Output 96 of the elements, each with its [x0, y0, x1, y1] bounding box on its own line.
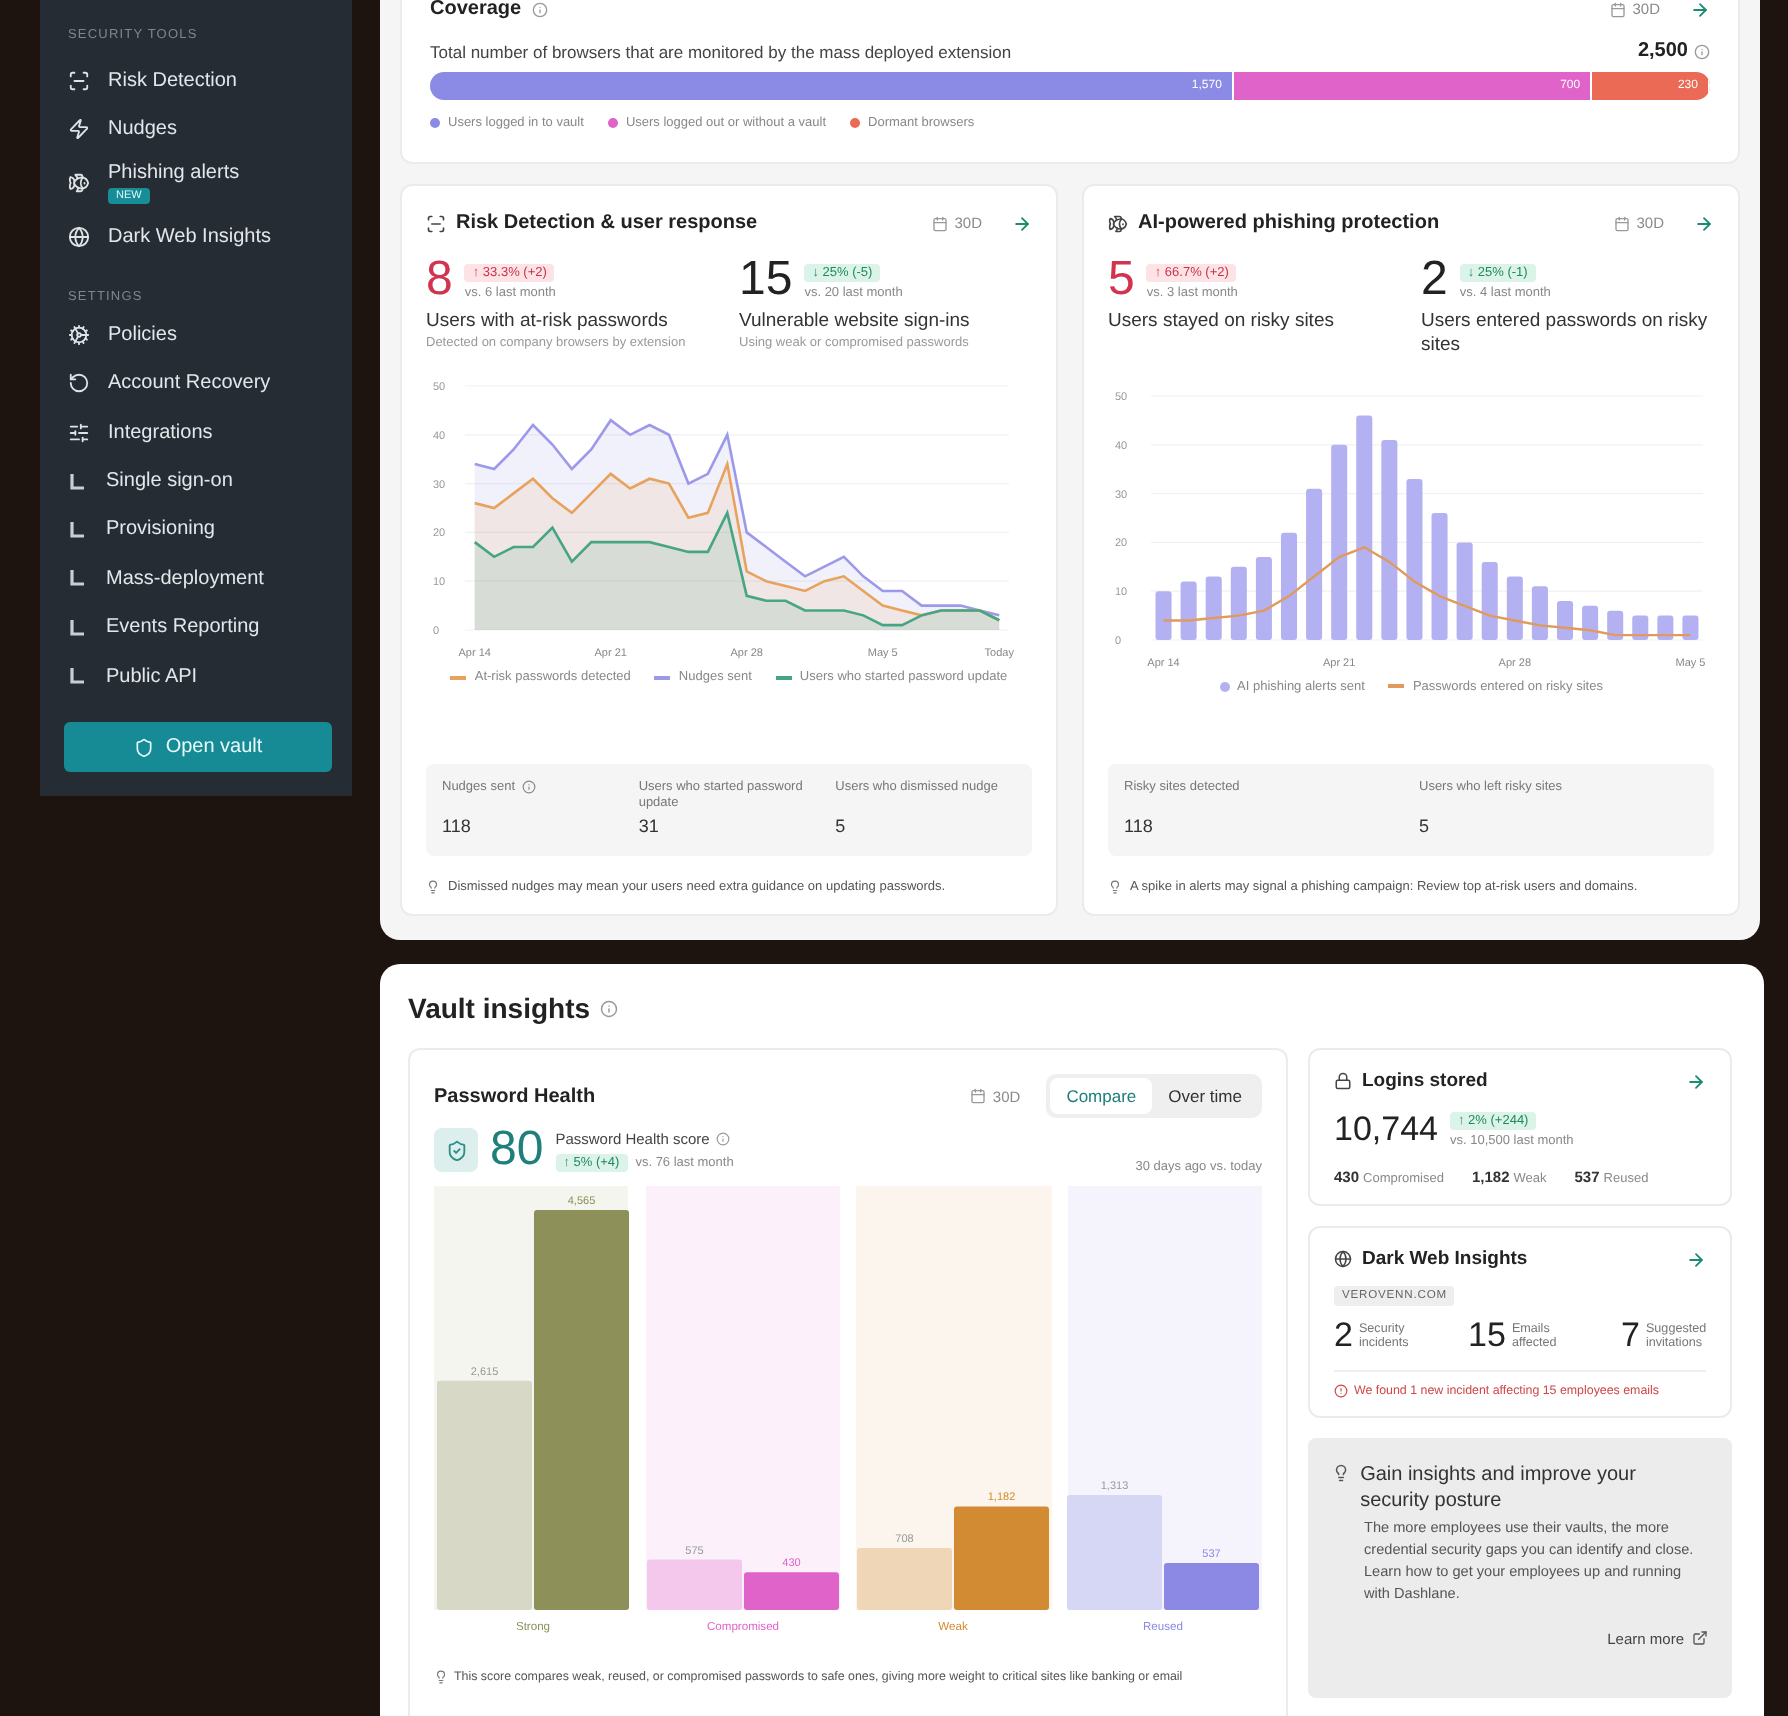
chart-bar [1280, 532, 1298, 640]
stat-value: 118 [442, 815, 473, 836]
toggle-tab[interactable]: Over time [1152, 1078, 1258, 1114]
chart-bar [1632, 615, 1649, 640]
nav-subitem[interactable]: Events Reporting [64, 603, 332, 652]
chart-bar [1582, 605, 1599, 640]
nav-item[interactable]: Nudges [64, 104, 332, 154]
stat-value: 2 [1334, 1316, 1353, 1356]
nav-item[interactable]: Policies [64, 310, 332, 360]
metric-label: Users with at-risk passwords [426, 310, 670, 335]
arrow-link[interactable] [1690, 0, 1710, 19]
chart-bar [1155, 590, 1172, 640]
arrow-link[interactable] [1694, 213, 1714, 233]
open-vault-button[interactable]: Open vault [64, 722, 332, 772]
lightbulb-icon [434, 1670, 448, 1684]
alert-icon [1334, 1384, 1348, 1398]
fish-icon [68, 172, 90, 195]
stat-value: 7 [1621, 1316, 1640, 1356]
globe-icon [1334, 1250, 1352, 1268]
chart-bar [1506, 575, 1523, 640]
nav-subitem[interactable]: Public API [64, 651, 332, 701]
arrow-link[interactable] [1686, 1249, 1706, 1269]
stat-value: 5 [1419, 816, 1432, 836]
shield-badge [434, 1128, 478, 1172]
info-icon [715, 1131, 730, 1145]
chart-bar [1682, 615, 1699, 640]
chart-bar [1531, 585, 1548, 640]
scan-frame-icon [68, 69, 90, 92]
fish-icon [1108, 213, 1128, 233]
calendar-icon [932, 215, 949, 231]
arrow-link[interactable] [1012, 213, 1032, 233]
nav-item[interactable]: Dark Web Insights [64, 213, 332, 263]
card-title: AI-powered phishing protection [1138, 212, 1440, 234]
info-icon [600, 999, 619, 1017]
lightbulb-icon [1332, 1462, 1351, 1484]
chart-bar [1657, 615, 1674, 640]
lock-icon [1334, 1072, 1352, 1090]
branch-icon [68, 666, 88, 687]
nav-subitem[interactable]: Mass-deployment [64, 554, 332, 604]
metric-label: Vulnerable website sign-ins [739, 310, 972, 335]
section-title: Vault insights [408, 992, 591, 1024]
info-icon [1694, 43, 1710, 59]
stat-value: 118 [1124, 816, 1155, 836]
lightning-icon [68, 118, 90, 141]
shield-icon [133, 737, 154, 757]
chart-bar [1230, 566, 1247, 640]
branch-icon [68, 519, 88, 540]
branch-icon [68, 568, 88, 589]
chart-bar [1431, 512, 1448, 640]
nav-item[interactable]: Account Recovery [64, 359, 332, 408]
card-title: Logins stored [1362, 1070, 1488, 1092]
metric-value: 5 [1108, 258, 1135, 302]
nav-item[interactable]: Risk Detection [64, 56, 332, 105]
chart-bar [1456, 541, 1473, 640]
metric-label: Users stayed on risky sites [1108, 310, 1336, 335]
info-icon [531, 1, 548, 17]
metric-value: 15 [739, 258, 793, 302]
circular-arrow-icon [68, 372, 90, 395]
card-title: Password Health [434, 1085, 596, 1107]
scan-frame-icon [426, 213, 446, 233]
health-score: 80 [490, 1126, 544, 1174]
chart-bar [1255, 556, 1272, 640]
calendar-icon [970, 1088, 987, 1104]
tip-title: Gain insights and improve your security posture [1360, 1462, 1638, 1514]
card-title: Dark Web Insights [1362, 1248, 1528, 1270]
metric-label: Users entered passwords on risky sites [1421, 310, 1710, 360]
chart-bar [1607, 610, 1624, 640]
nav-subitem[interactable]: Single sign-on [64, 456, 332, 506]
nav-subitem[interactable]: Provisioning [64, 505, 332, 555]
gear-icon [68, 323, 90, 346]
lightbulb-icon [1108, 880, 1122, 894]
calendar-icon [1610, 1, 1627, 17]
chart-bar [1481, 561, 1498, 640]
branch-icon [68, 471, 88, 492]
chart-bar [1180, 580, 1197, 640]
calendar-icon [1614, 215, 1631, 231]
chart-bar [1205, 575, 1222, 640]
nav-item[interactable]: Integrations [64, 407, 332, 457]
card-title: Risk Detection & user response [456, 212, 758, 234]
card-title: Coverage [430, 0, 522, 20]
toggle-tab[interactable]: Compare [1050, 1078, 1153, 1114]
metric-value: 8 [426, 258, 453, 302]
logins-count: 10,744 [1334, 1110, 1438, 1150]
sliders-icon [68, 421, 90, 444]
coverage-description: Total number of browsers that are monitored by the mass deployed extension [430, 41, 1012, 61]
total-count: 2,500 [1637, 40, 1688, 62]
stat-value: 5 [835, 815, 848, 836]
metric-value: 2 [1421, 258, 1448, 302]
globe-icon [68, 226, 90, 249]
stat-value: 31 [638, 816, 661, 836]
branch-icon [68, 617, 88, 638]
lightbulb-icon [426, 880, 440, 894]
arrow-link[interactable] [1686, 1071, 1706, 1091]
chart-bar [1556, 600, 1574, 640]
external-link-icon [1692, 1630, 1708, 1647]
stat-value: 15 [1468, 1316, 1506, 1356]
